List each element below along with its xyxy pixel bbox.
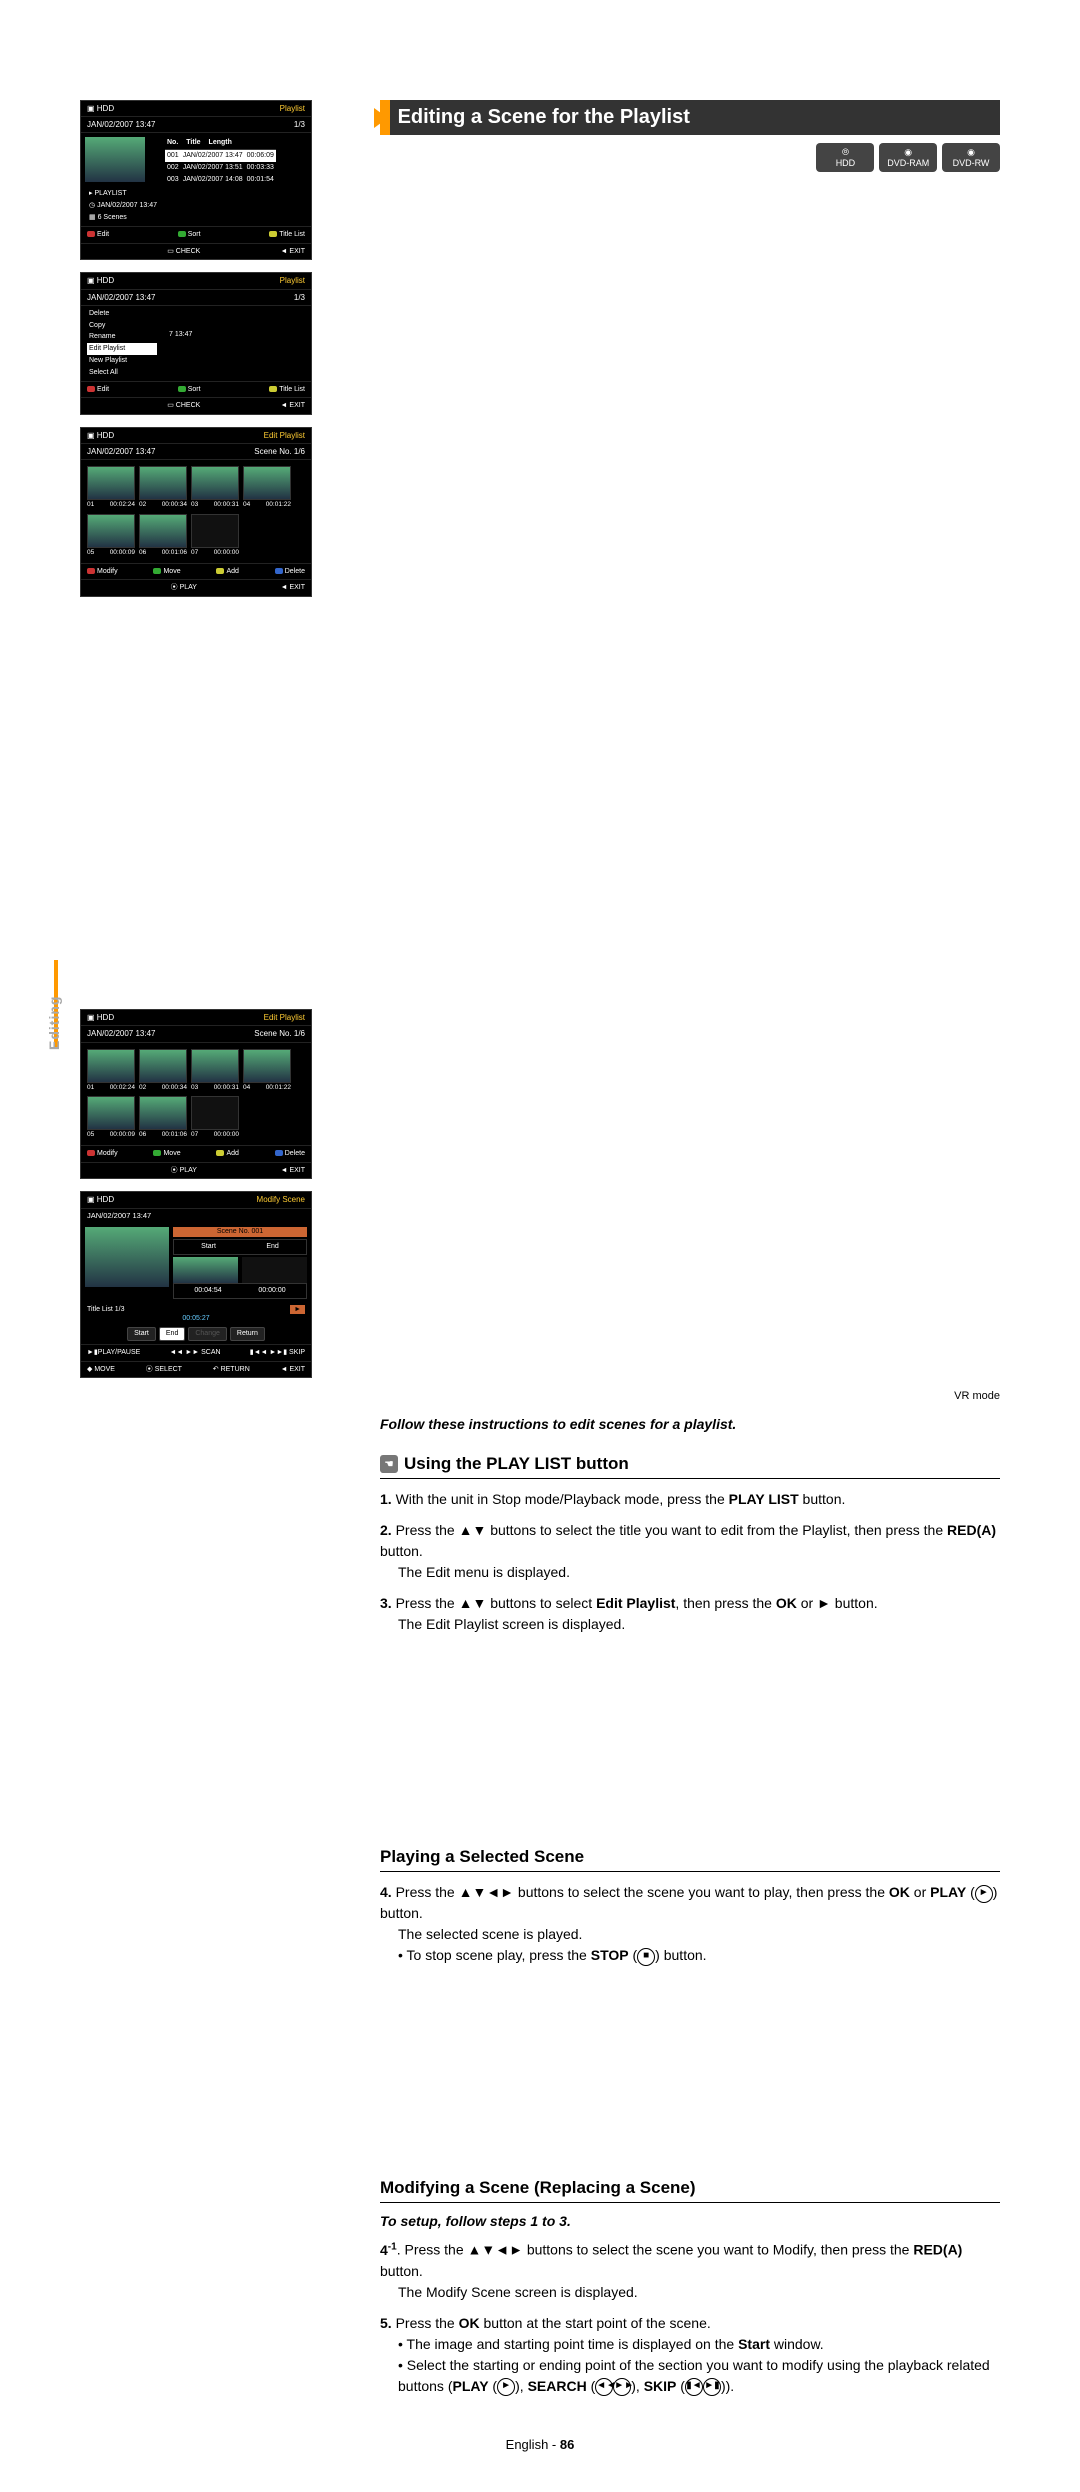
hand-icon: ☚ <box>380 1455 398 1473</box>
osd-edit-playlist-panel: ▣ HDDEdit Playlist JAN/02/2007 13:47Scen… <box>80 427 312 597</box>
step-3: 3. Press the ▲▼ buttons to select Edit P… <box>380 1593 1000 1635</box>
vr-mode-label: VR mode <box>380 1390 1000 1402</box>
osd-info: ▸ PLAYLIST ◷ JAN/02/2007 13:47 ▦ 6 Scene… <box>81 186 165 225</box>
play-icon: ► <box>497 2378 515 2396</box>
step-2: 2. Press the ▲▼ buttons to select the ti… <box>380 1520 1000 1583</box>
step-1: 1. With the unit in Stop mode/Playback m… <box>380 1489 1000 1510</box>
step-4: 4. Press the ▲▼◄► buttons to select the … <box>380 1882 1000 1966</box>
skip-fwd-icon: ►▮ <box>703 2378 721 2396</box>
osd-edit-menu-panel: ▣ HDD Playlist JAN/02/2007 13:471/3 Dele… <box>80 272 312 415</box>
skip-back-icon: ▮◄ <box>685 2378 703 2396</box>
page-footer: English - 86 <box>80 2437 1000 2452</box>
ff-icon: ►► <box>613 2378 631 2396</box>
instruction-line: Follow these instructions to edit scenes… <box>380 1416 1000 1432</box>
osd-edit-menu: Delete Copy Rename Edit Playlist New Pla… <box>81 306 163 381</box>
sub-heading-modify: Modifying a Scene (Replacing a Scene) <box>380 2178 1000 2203</box>
steps-list-b: 4. Press the ▲▼◄► buttons to select the … <box>380 1882 1000 1966</box>
play-icon: ► <box>975 1885 993 1903</box>
osd-count: 1/3 <box>294 119 305 130</box>
osd-column: ▣ HDD Playlist JAN/02/2007 13:47 1/3 ▸ P… <box>80 100 330 1390</box>
osd-modify-scene-panel: ▣ HDDModify Scene JAN/02/2007 13:47 Scen… <box>80 1191 312 1378</box>
sub-heading-play-scene: Playing a Selected Scene <box>380 1847 1000 1872</box>
osd-thumbnail <box>85 137 145 182</box>
stop-icon: ■ <box>637 1948 655 1966</box>
osd-preview-thumb <box>85 1227 169 1287</box>
osd-edit-playlist-panel-2: ▣ HDDEdit Playlist JAN/02/2007 13:47Scen… <box>80 1009 312 1179</box>
side-tab-label: Editing <box>46 996 62 1050</box>
osd-scene-grid: 0100:02:24 0200:00:34 0300:00:31 0400:01… <box>81 460 311 562</box>
dvd-ram-icon: ◉DVD-RAM <box>879 143 937 172</box>
media-icons: ⦾HDD ◉DVD-RAM ◉DVD-RW <box>814 143 1000 172</box>
hdd-icon: ⦾HDD <box>816 143 874 172</box>
steps-list-a: 1. With the unit in Stop mode/Playback m… <box>380 1489 1000 1635</box>
osd-playlist-panel: ▣ HDD Playlist JAN/02/2007 13:47 1/3 ▸ P… <box>80 100 312 260</box>
rew-icon: ◄◄ <box>595 2378 613 2396</box>
sub-heading-playlist: ☚ Using the PLAY LIST button <box>380 1454 1000 1479</box>
osd-title-table: No.TitleLength 001JAN/02/2007 13:4700:06… <box>165 137 276 225</box>
osd-modify-buttons: Start End Change Return <box>81 1327 311 1341</box>
steps-list-c: 4-1. Press the ▲▼◄► buttons to select th… <box>380 2239 1000 2397</box>
content-column: Editing a Scene for the Playlist ⦾HDD ◉D… <box>380 100 1000 2397</box>
section-heading: Editing a Scene for the Playlist <box>380 100 1000 135</box>
osd-mode: Playlist <box>280 103 305 114</box>
dvd-rw-icon: ◉DVD-RW <box>942 143 1000 172</box>
osd-device: ▣ HDD <box>87 103 114 114</box>
step-4-1: 4-1. Press the ▲▼◄► buttons to select th… <box>380 2239 1000 2303</box>
step-5: 5. Press the OK button at the start poin… <box>380 2313 1000 2397</box>
osd-date: JAN/02/2007 13:47 <box>87 119 156 130</box>
setup-note: To setup, follow steps 1 to 3. <box>380 2213 1000 2229</box>
arrow-icon <box>374 108 388 128</box>
